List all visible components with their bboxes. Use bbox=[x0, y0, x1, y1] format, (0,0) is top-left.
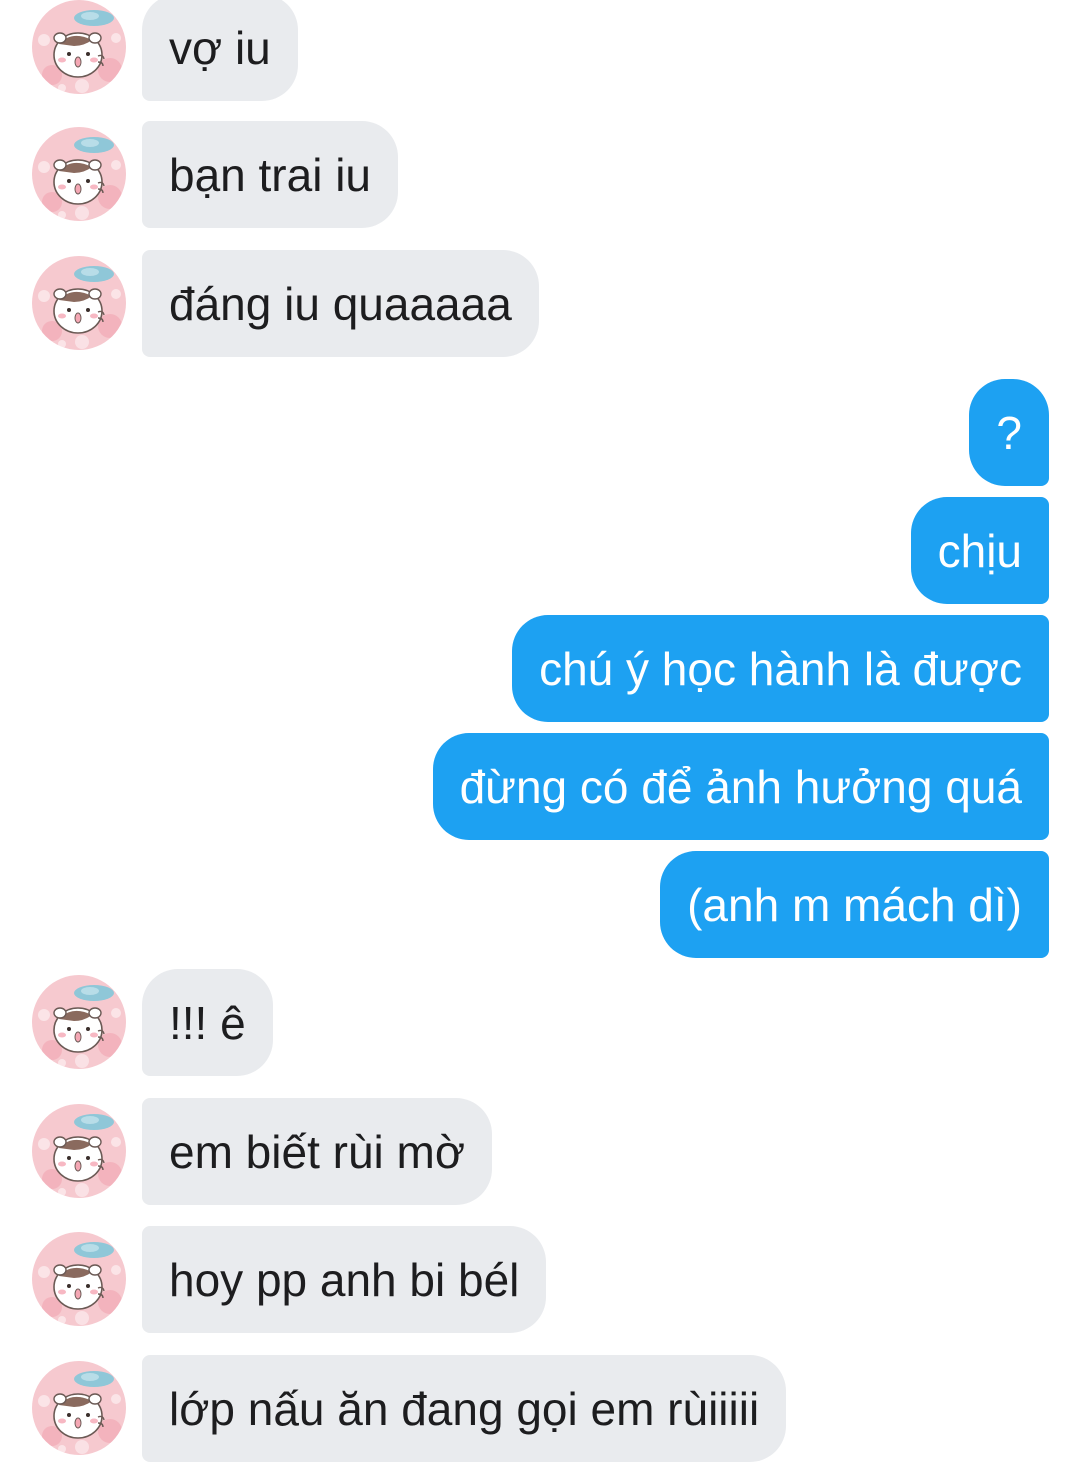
message-row-incoming: hoy pp anh bi bél bbox=[0, 1226, 1080, 1334]
message-row-incoming: em biết rùi mờ bbox=[0, 1098, 1080, 1206]
message-bubble-outgoing[interactable]: (anh m mách dì) bbox=[660, 851, 1049, 958]
message-bubble-incoming[interactable]: bạn trai iu bbox=[142, 121, 399, 228]
message-row-outgoing: chú ý học hành là được bbox=[0, 615, 1080, 723]
hamster-avatar-icon bbox=[32, 1104, 126, 1198]
contact-avatar[interactable] bbox=[32, 256, 126, 350]
contact-avatar[interactable] bbox=[32, 127, 126, 221]
message-bubble-incoming[interactable]: vợ iu bbox=[142, 0, 298, 101]
message-row-incoming: lớp nấu ăn đang gọi em rùiiiii bbox=[0, 1355, 1080, 1463]
message-bubble-incoming[interactable]: đáng iu quaaaaa bbox=[142, 250, 539, 357]
hamster-avatar-icon bbox=[32, 975, 126, 1069]
message-bubble-outgoing[interactable]: đừng có để ảnh hưởng quá bbox=[432, 733, 1049, 840]
contact-avatar[interactable] bbox=[32, 975, 126, 1069]
message-bubble-incoming[interactable]: !!! ê bbox=[142, 969, 273, 1076]
contact-avatar[interactable] bbox=[32, 1104, 126, 1198]
hamster-avatar-icon bbox=[32, 0, 126, 94]
message-row-incoming: đáng iu quaaaaa bbox=[0, 250, 1080, 358]
hamster-avatar-icon bbox=[32, 1232, 126, 1326]
message-row-incoming: bạn trai iu bbox=[0, 121, 1080, 229]
message-bubble-incoming[interactable]: lớp nấu ăn đang gọi em rùiiiii bbox=[142, 1355, 787, 1462]
message-bubble-outgoing[interactable]: chịu bbox=[910, 497, 1049, 604]
contact-avatar[interactable] bbox=[32, 1232, 126, 1326]
message-row-outgoing: ? bbox=[0, 379, 1080, 487]
message-bubble-incoming[interactable]: em biết rùi mờ bbox=[142, 1098, 493, 1205]
message-row-incoming: vợ iu bbox=[0, 0, 1080, 102]
message-bubble-incoming[interactable]: hoy pp anh bi bél bbox=[142, 1226, 547, 1333]
hamster-avatar-icon bbox=[32, 256, 126, 350]
message-row-incoming: !!! ê bbox=[0, 969, 1080, 1077]
hamster-avatar-icon bbox=[32, 127, 126, 221]
message-row-outgoing: chịu bbox=[0, 497, 1080, 605]
message-row-outgoing: đừng có để ảnh hưởng quá bbox=[0, 733, 1080, 841]
message-bubble-outgoing[interactable]: chú ý học hành là được bbox=[512, 615, 1049, 722]
contact-avatar[interactable] bbox=[32, 1361, 126, 1455]
message-row-outgoing: (anh m mách dì) bbox=[0, 851, 1080, 959]
contact-avatar[interactable] bbox=[32, 0, 126, 94]
message-bubble-outgoing[interactable]: ? bbox=[969, 379, 1049, 486]
hamster-avatar-icon bbox=[32, 1361, 126, 1455]
